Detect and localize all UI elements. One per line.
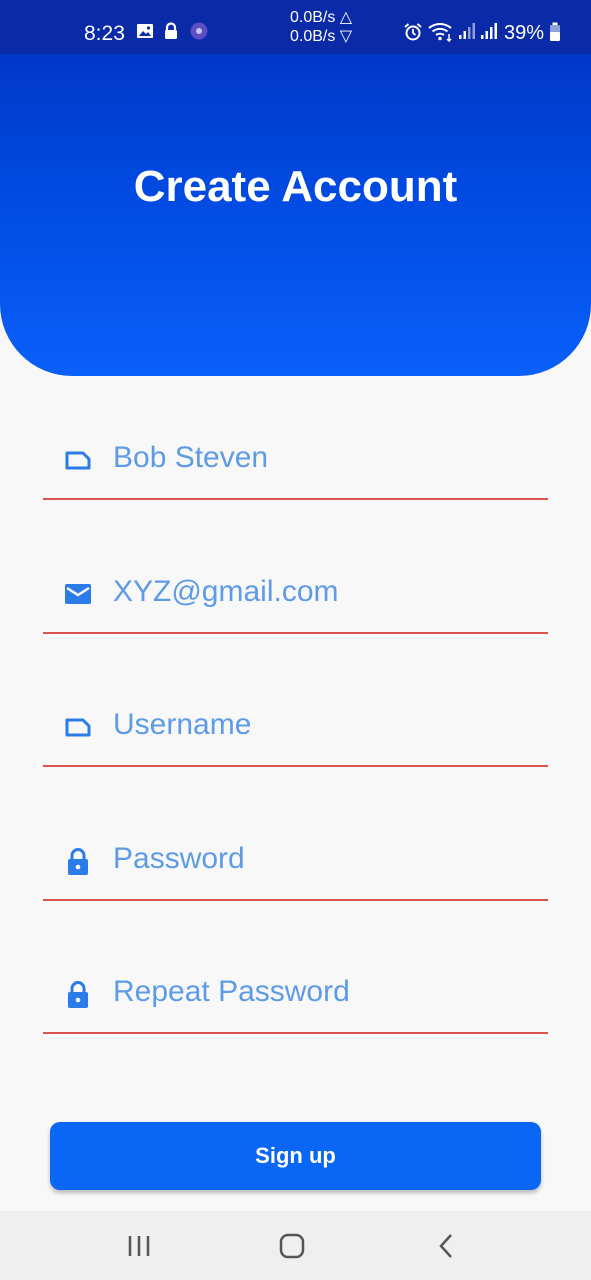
status-bar: 8:23 0.0B/s △ 0.0B/s ▽ 39% — [0, 0, 591, 54]
repeat-password-field[interactable]: Repeat Password — [43, 952, 548, 1034]
signal-icon-2 — [481, 23, 497, 39]
system-nav-bar — [0, 1211, 591, 1280]
signup-button[interactable]: Sign up — [50, 1122, 541, 1190]
home-icon[interactable] — [275, 1229, 309, 1263]
notification-icon — [190, 22, 208, 40]
lock-icon — [68, 848, 88, 875]
lock-icon — [68, 981, 88, 1008]
recent-apps-icon[interactable] — [122, 1229, 156, 1263]
repeat-password-input[interactable]: Repeat Password — [113, 975, 350, 1009]
page-title: Create Account — [133, 162, 458, 211]
header-banner: Create Account — [0, 54, 591, 376]
wifi-icon — [428, 23, 452, 42]
image-icon — [137, 24, 153, 38]
net-down-speed: 0.0B/s ▽ — [290, 28, 353, 45]
status-time: 8:23 — [84, 22, 125, 45]
battery-percent: 39% — [504, 22, 545, 44]
name-input[interactable]: Bob Steven — [113, 441, 268, 475]
back-icon[interactable] — [430, 1229, 464, 1263]
email-input[interactable]: XYZ@gmail.com — [113, 575, 339, 609]
net-up-speed: 0.0B/s △ — [290, 9, 353, 26]
lock-status-icon — [165, 22, 177, 39]
username-field[interactable]: Username — [43, 685, 548, 767]
alarm-icon — [404, 23, 422, 41]
label-icon — [65, 718, 91, 737]
username-input[interactable]: Username — [113, 708, 251, 742]
email-field[interactable]: XYZ@gmail.com — [43, 552, 548, 634]
network-speed: 0.0B/s △ 0.0B/s ▽ — [290, 8, 352, 46]
battery-icon — [550, 22, 560, 41]
password-field[interactable]: Password — [43, 819, 548, 901]
label-icon — [65, 451, 91, 470]
name-field[interactable]: Bob Steven — [43, 418, 548, 500]
signal-icon-1 — [459, 23, 475, 39]
mail-icon — [65, 584, 91, 604]
password-input[interactable]: Password — [113, 842, 245, 876]
